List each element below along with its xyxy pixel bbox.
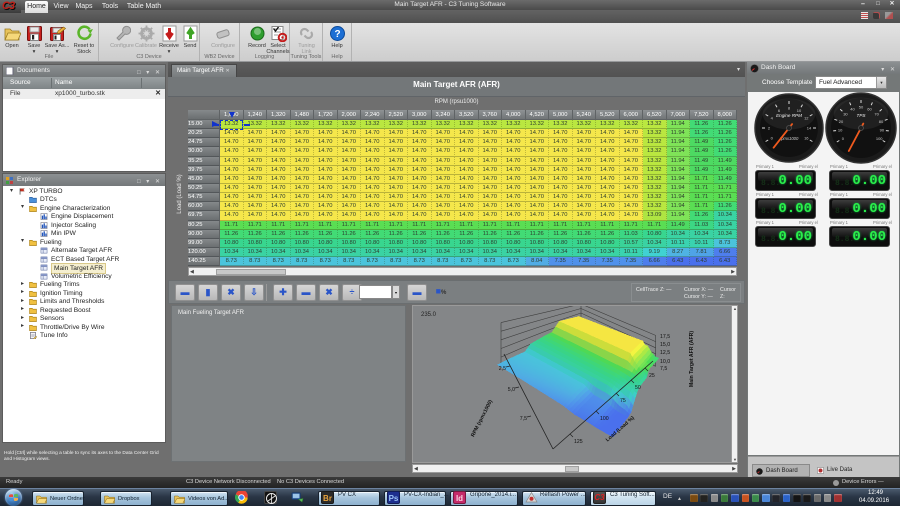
svg-text:25: 25 <box>649 373 655 379</box>
svg-text:80: 80 <box>879 119 884 124</box>
svg-text:10,0: 10,0 <box>660 359 670 365</box>
svg-text:40: 40 <box>850 106 855 111</box>
svg-text:12,5: 12,5 <box>660 350 670 356</box>
svg-text:5,0: 5,0 <box>508 387 515 393</box>
svg-text:RPM (rpmx1000): RPM (rpmx1000) <box>470 399 494 438</box>
svg-text:Engine RPM: Engine RPM <box>776 113 802 118</box>
svg-text:17,5: 17,5 <box>660 334 670 340</box>
svg-text:7,5: 7,5 <box>660 366 667 372</box>
svg-text:50: 50 <box>859 105 864 110</box>
svg-text:Main Target AFR (AFR): Main Target AFR (AFR) <box>689 331 695 387</box>
svg-text:20: 20 <box>839 119 844 124</box>
svg-text:100: 100 <box>876 136 883 141</box>
svg-text:10: 10 <box>838 128 843 133</box>
svg-text:TPS: TPS <box>857 113 867 118</box>
svg-text:60: 60 <box>867 106 872 111</box>
svg-text:100: 100 <box>600 416 609 422</box>
svg-text:30: 30 <box>843 111 848 116</box>
svg-text:7,5: 7,5 <box>520 416 527 422</box>
svg-text:90: 90 <box>880 128 885 133</box>
svg-text:75: 75 <box>620 398 626 404</box>
svg-text:70: 70 <box>874 111 879 116</box>
svg-text:15,0: 15,0 <box>660 342 670 348</box>
svg-text:2,5: 2,5 <box>499 366 506 372</box>
svg-text:125: 125 <box>574 439 583 445</box>
svg-text:50: 50 <box>635 385 641 391</box>
svg-text:?: ? <box>334 29 340 40</box>
svg-text:14: 14 <box>807 126 812 131</box>
svg-text:16: 16 <box>804 136 809 141</box>
svg-text:12: 12 <box>804 116 809 121</box>
